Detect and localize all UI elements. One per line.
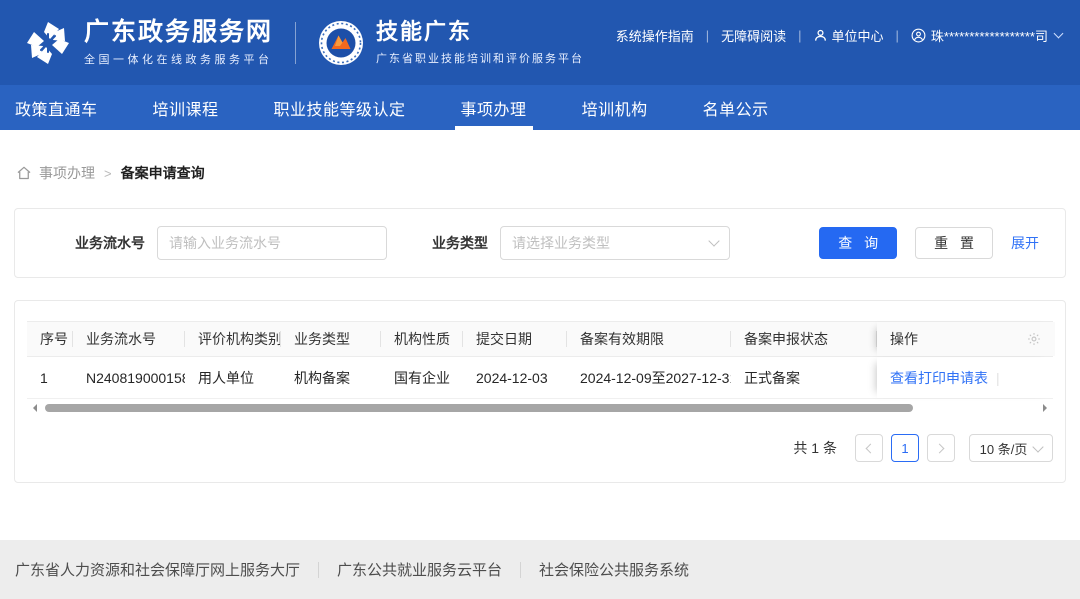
- portal-subtitle: 全国一体化在线政务服务平台: [84, 51, 273, 67]
- site-subtitle: 广东省职业技能培训和评价服务平台: [376, 50, 584, 66]
- chevron-left-icon: [866, 443, 876, 453]
- table-row: 1 N240819000158 用人单位 机构备案 国有企业 2024-12-0…: [27, 357, 1053, 399]
- col-org-nature: 机构性质: [381, 322, 463, 356]
- next-page-button[interactable]: [927, 434, 955, 462]
- breadcrumb: 事项办理 > 备案申请查询: [16, 163, 1080, 183]
- page-size-value: 10 条/页: [980, 439, 1028, 458]
- footer-link-employment-cloud[interactable]: 广东公共就业服务云平台: [337, 559, 502, 580]
- col-submit-date: 提交日期: [463, 322, 567, 356]
- chevron-down-icon: [708, 235, 719, 246]
- unit-center-label: 单位中心: [832, 26, 884, 45]
- cell-serial: N240819000158: [73, 370, 185, 386]
- chevron-down-icon: [1033, 441, 1044, 452]
- col-actions: 操作: [877, 322, 1055, 356]
- portal-brand: 广东政务服务网 全国一体化在线政务服务平台: [84, 18, 273, 68]
- gov-portal-pinwheel-logo: [24, 19, 72, 67]
- footer-separator: [520, 562, 521, 578]
- table-header-row: 序号 业务流水号 评价机构类别 业务类型 机构性质 提交日期 备案有效期限 备案…: [27, 321, 1053, 357]
- cell-org-nature: 国有企业: [381, 368, 463, 388]
- nav-item-public-list[interactable]: 名单公示: [703, 85, 769, 130]
- cell-validity: 2024-12-09至2027-12-31: [567, 368, 731, 388]
- scroll-right-arrow-icon[interactable]: [1043, 404, 1051, 412]
- prev-page-button[interactable]: [855, 434, 883, 462]
- col-index: 序号: [27, 322, 73, 356]
- col-validity: 备案有效期限: [567, 322, 731, 356]
- cell-biz-type: 机构备案: [281, 368, 381, 388]
- nav-item-training-institutions[interactable]: 培训机构: [582, 85, 648, 130]
- nav-item-training-courses[interactable]: 培训课程: [153, 85, 219, 130]
- type-select[interactable]: 请选择业务类型: [500, 226, 730, 260]
- breadcrumb-current: 备案申请查询: [121, 163, 205, 183]
- footer-link-social-insurance[interactable]: 社会保险公共服务系统: [539, 559, 689, 580]
- cell-status: 正式备案: [731, 368, 877, 388]
- type-label: 业务类型: [432, 233, 488, 253]
- cell-submit-date: 2024-12-03: [463, 370, 567, 386]
- col-status: 备案申报状态: [731, 322, 877, 356]
- link-unit-center[interactable]: 单位中心: [814, 26, 884, 45]
- reset-button[interactable]: 重 置: [915, 227, 993, 259]
- pagination-total: 共 1 条: [793, 438, 837, 458]
- breadcrumb-separator: >: [104, 166, 112, 181]
- app-header: 广东政务服务网 全国一体化在线政务服务平台 技能广东 广东省职业技能培训和评价服…: [0, 0, 1080, 85]
- cell-org-category: 用人单位: [185, 368, 281, 388]
- user-name: 珠******************司: [931, 26, 1048, 45]
- page-size-select[interactable]: 10 条/页: [969, 434, 1053, 462]
- results-panel: 序号 业务流水号 评价机构类别 业务类型 机构性质 提交日期 备案有效期限 备案…: [14, 300, 1066, 483]
- scroll-left-arrow-icon[interactable]: [29, 404, 37, 412]
- header-brand-group: 广东政务服务网 全国一体化在线政务服务平台 技能广东 广东省职业技能培训和评价服…: [24, 18, 584, 68]
- gear-icon[interactable]: [1027, 332, 1041, 346]
- nav-item-skill-level-certification[interactable]: 职业技能等级认定: [274, 85, 406, 130]
- filter-type: 业务类型 请选择业务类型: [432, 226, 730, 260]
- breadcrumb-section[interactable]: 事项办理: [39, 163, 95, 183]
- expand-link[interactable]: 展开: [1011, 233, 1039, 253]
- user-avatar-icon: [911, 28, 926, 43]
- utility-separator: |: [798, 28, 801, 43]
- utility-separator: |: [896, 28, 899, 43]
- cell-actions: 查看打印申请表 |: [877, 357, 1055, 398]
- pagination: 共 1 条 1 10 条/页: [27, 434, 1053, 462]
- main-nav: 政策直通车 培训课程 职业技能等级认定 事项办理 培训机构 名单公示: [0, 85, 1080, 130]
- utility-separator: |: [706, 28, 709, 43]
- action-separator: |: [996, 370, 1000, 386]
- serial-input[interactable]: [157, 226, 387, 260]
- portal-title: 广东政务服务网: [84, 18, 273, 47]
- cell-index: 1: [27, 370, 73, 386]
- filter-serial: 业务流水号: [75, 226, 387, 260]
- page: 广东政务服务网 全国一体化在线政务服务平台 技能广东 广东省职业技能培训和评价服…: [0, 0, 1080, 483]
- col-actions-label: 操作: [890, 329, 918, 349]
- site-title: 技能广东: [376, 19, 584, 44]
- person-icon: [814, 29, 827, 42]
- header-utility-links: 系统操作指南 | 无障碍阅读 | 单位中心 |: [616, 26, 1062, 45]
- horizontal-scrollbar: [27, 404, 1053, 412]
- col-serial: 业务流水号: [73, 322, 185, 356]
- footer-link-hr-hall[interactable]: 广东省人力资源和社会保障厅网上服务大厅: [15, 559, 300, 580]
- site-brand: 技能广东 广东省职业技能培训和评价服务平台: [376, 19, 584, 65]
- page-number-1[interactable]: 1: [891, 434, 919, 462]
- footer-separator: [318, 562, 319, 578]
- link-system-guide[interactable]: 系统操作指南: [616, 26, 694, 45]
- footer: 广东省人力资源和社会保障厅网上服务大厅 广东公共就业服务云平台 社会保险公共服务…: [0, 540, 1080, 599]
- filter-actions: 查 询 重 置 展开: [819, 227, 1039, 259]
- scrollbar-thumb[interactable]: [45, 404, 913, 412]
- chevron-down-icon: [1054, 29, 1064, 39]
- col-org-category: 评价机构类别: [185, 322, 281, 356]
- col-biz-type: 业务类型: [281, 322, 381, 356]
- header-divider: [295, 22, 296, 64]
- view-print-application-link[interactable]: 查看打印申请表: [890, 368, 988, 388]
- nav-item-matter-handling[interactable]: 事项办理: [461, 85, 527, 130]
- chevron-right-icon: [935, 443, 945, 453]
- home-icon[interactable]: [16, 165, 32, 181]
- type-select-placeholder: 请选择业务类型: [512, 233, 610, 253]
- serial-label: 业务流水号: [75, 233, 145, 253]
- skills-guangdong-seal-logo: [318, 20, 364, 66]
- nav-item-policy-express[interactable]: 政策直通车: [15, 85, 98, 130]
- link-accessible-reading[interactable]: 无障碍阅读: [721, 26, 786, 45]
- search-button[interactable]: 查 询: [819, 227, 897, 259]
- user-menu[interactable]: 珠******************司: [911, 26, 1062, 45]
- filter-panel: 业务流水号 业务类型 请选择业务类型 查 询 重 置 展开: [14, 208, 1066, 278]
